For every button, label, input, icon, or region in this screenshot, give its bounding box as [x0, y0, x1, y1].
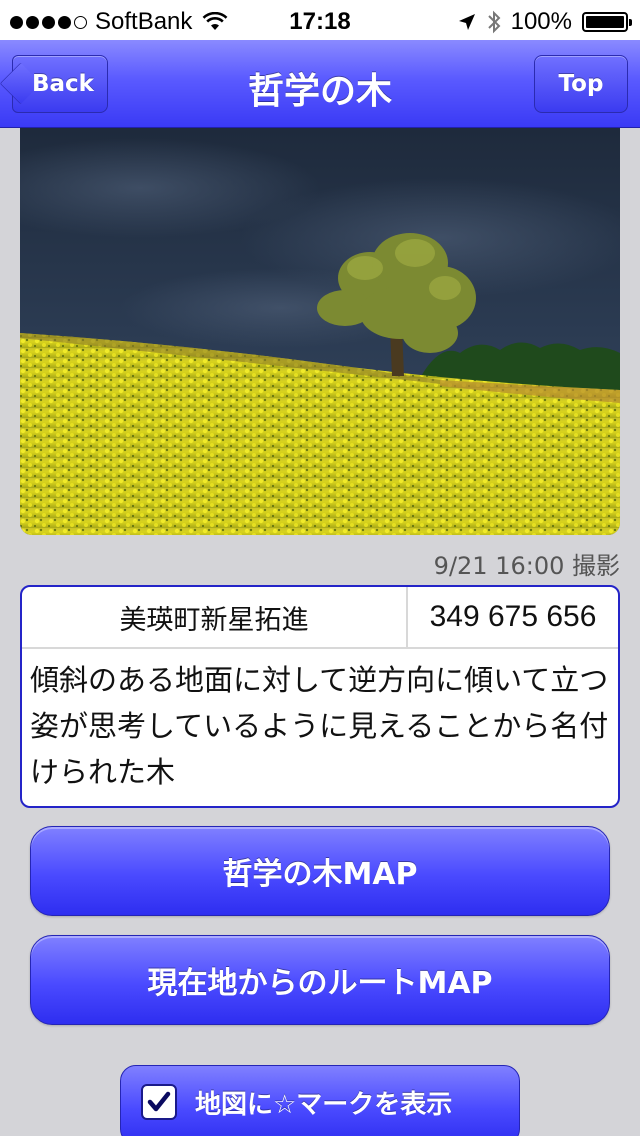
status-bar: SoftBank 17:18 100%: [0, 0, 640, 40]
back-button[interactable]: Back: [12, 55, 108, 113]
map-button[interactable]: 哲学の木MAP: [30, 826, 610, 916]
bluetooth-icon: [487, 10, 501, 34]
map-code: 349 675 656: [429, 600, 597, 633]
checkbox[interactable]: [141, 1084, 177, 1120]
top-button[interactable]: Top: [534, 55, 628, 113]
show-mark-label: 地図に☆マークを表示: [195, 1090, 453, 1120]
info-box: 美瑛町新星拓進 349 675 656 傾斜のある地面に対して逆方向に傾いて立つ…: [20, 585, 620, 808]
battery-icon: [582, 12, 632, 32]
show-mark-toggle[interactable]: 地図に☆マークを表示: [120, 1065, 520, 1136]
location-arrow-icon: [458, 14, 475, 30]
place-name: 美瑛町新星拓進: [22, 587, 408, 647]
status-right: 100%: [457, 8, 632, 36]
info-row: 美瑛町新星拓進 349 675 656: [22, 587, 618, 649]
battery-percent: 100%: [510, 8, 572, 35]
description-text: 傾斜のある地面に対して逆方向に傾いて立つ姿が思考しているように見えることから名付…: [30, 663, 609, 789]
navigation-bar: Back 哲学の木 Top: [0, 40, 640, 128]
photo-caption: 9/21 16:00 撮影: [433, 552, 620, 580]
route-map-button[interactable]: 現在地からのルートMAP: [30, 935, 610, 1025]
checkmark-icon: [147, 1091, 171, 1112]
tree-photo: [20, 128, 620, 535]
